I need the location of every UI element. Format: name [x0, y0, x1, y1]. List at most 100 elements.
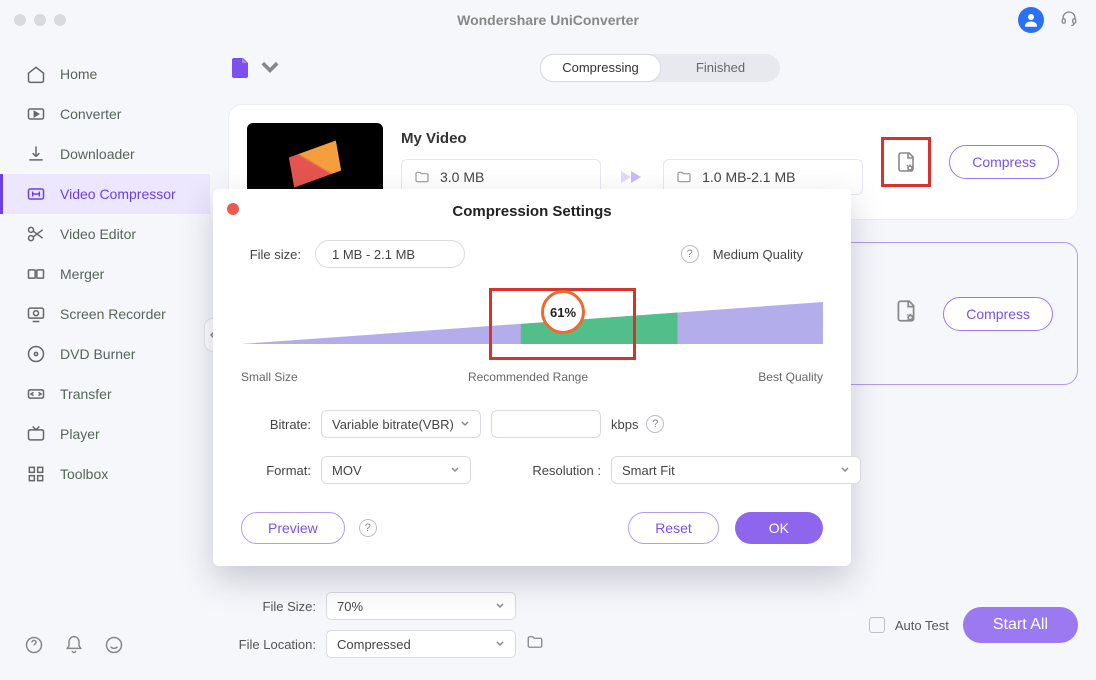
sidebar: Home Converter Downloader Video Compress… — [0, 40, 210, 680]
sidebar-label: Video Compressor — [60, 186, 176, 202]
sidebar-label: Downloader — [60, 146, 135, 162]
bitrate-mode-value: Variable bitrate(VBR) — [332, 417, 454, 432]
support-button[interactable] — [1060, 9, 1078, 32]
sidebar-item-home[interactable]: Home — [0, 54, 210, 94]
folder-icon — [676, 169, 692, 185]
compression-settings-button[interactable] — [881, 137, 931, 187]
slider-label-small: Small Size — [241, 370, 298, 384]
bottom-bar: File Size: 70% File Location: Compressed… — [228, 592, 1078, 658]
resolution-label: Resolution : — [491, 463, 601, 478]
sidebar-item-video-compressor[interactable]: Video Compressor — [0, 174, 210, 214]
slider-labels: Small Size Recommended Range Best Qualit… — [241, 370, 823, 384]
sidebar-label: Toolbox — [60, 466, 108, 482]
file-size-display[interactable]: 1 MB - 2.1 MB — [315, 240, 465, 268]
preview-help[interactable]: ? — [359, 519, 377, 537]
bitrate-mode-select[interactable]: Variable bitrate(VBR) — [321, 410, 481, 438]
status-segmented: Compressing Finished — [540, 54, 780, 82]
file-size-select[interactable]: 70% — [326, 592, 516, 620]
sidebar-label: DVD Burner — [60, 346, 135, 362]
file-location-select[interactable]: Compressed — [326, 630, 516, 658]
auto-test-checkbox[interactable]: Auto Test — [869, 617, 949, 633]
chevron-down-icon — [840, 465, 850, 475]
sidebar-item-video-editor[interactable]: Video Editor — [0, 214, 210, 254]
reset-button[interactable]: Reset — [628, 512, 719, 544]
help-circle-icon — [24, 635, 44, 655]
account-avatar[interactable] — [1018, 7, 1044, 33]
transfer-icon — [26, 384, 46, 404]
converter-icon — [26, 104, 46, 124]
sidebar-item-transfer[interactable]: Transfer — [0, 374, 210, 414]
tab-compressing[interactable]: Compressing — [540, 54, 661, 82]
record-icon — [26, 304, 46, 324]
chevron-down-icon — [460, 419, 470, 429]
slider-label-recommended: Recommended Range — [468, 370, 588, 384]
source-size: 3.0 MB — [440, 169, 484, 185]
file-settings-placeholder-icon — [893, 298, 919, 329]
info-button[interactable] — [104, 635, 124, 660]
add-file-button[interactable] — [228, 56, 282, 80]
scissors-icon — [26, 224, 46, 244]
kbps-help[interactable]: ? — [646, 415, 664, 433]
sidebar-label: Video Editor — [60, 226, 136, 242]
modal-title: Compression Settings — [241, 203, 823, 220]
auto-test-label: Auto Test — [895, 618, 949, 633]
preview-button[interactable]: Preview — [241, 512, 345, 544]
sidebar-item-converter[interactable]: Converter — [0, 94, 210, 134]
file-size-label: File Size: — [228, 599, 316, 614]
headset-icon — [1060, 9, 1078, 27]
help-button[interactable] — [24, 635, 44, 660]
file-size-text: 1 MB - 2.1 MB — [332, 247, 415, 262]
home-icon — [26, 64, 46, 84]
format-label: Format: — [241, 463, 311, 478]
ok-button[interactable]: OK — [735, 512, 823, 544]
compress-button[interactable]: Compress — [949, 145, 1059, 179]
chevron-down-icon — [258, 56, 282, 80]
compression-settings-modal: Compression Settings File size: 1 MB - 2… — [213, 189, 851, 566]
file-size-label: File size: — [241, 247, 301, 262]
kbps-unit: kbps — [611, 417, 638, 432]
output-size: 1.0 MB-2.1 MB — [702, 169, 795, 185]
start-all-button[interactable]: Start All — [963, 607, 1078, 643]
compress-button-secondary[interactable]: Compress — [943, 297, 1053, 331]
slider-percent: 61% — [550, 305, 576, 320]
open-folder-button[interactable] — [526, 633, 544, 656]
info-icon — [104, 635, 124, 655]
sidebar-label: Player — [60, 426, 100, 442]
resolution-value: Smart Fit — [622, 463, 675, 478]
sidebar-label: Screen Recorder — [60, 306, 166, 322]
file-gear-icon — [894, 150, 918, 174]
sidebar-item-toolbox[interactable]: Toolbox — [0, 454, 210, 494]
slider-handle[interactable]: 61% — [541, 290, 585, 334]
folder-icon — [526, 633, 544, 651]
sidebar-item-merger[interactable]: Merger — [0, 254, 210, 294]
tv-icon — [26, 424, 46, 444]
sidebar-item-dvd-burner[interactable]: DVD Burner — [0, 334, 210, 374]
quality-slider[interactable]: 61% Small Size Recommended Range Best Qu… — [241, 288, 823, 384]
merge-icon — [26, 264, 46, 284]
chevron-down-icon — [495, 639, 505, 649]
sidebar-item-screen-recorder[interactable]: Screen Recorder — [0, 294, 210, 334]
grid-icon — [26, 464, 46, 484]
notifications-button[interactable] — [64, 635, 84, 660]
format-select[interactable]: MOV — [321, 456, 471, 484]
checkbox-box — [869, 617, 885, 633]
file-location-value: Compressed — [337, 637, 411, 652]
sidebar-label: Merger — [60, 266, 104, 282]
sidebar-label: Home — [60, 66, 97, 82]
bitrate-label: Bitrate: — [241, 417, 311, 432]
format-value: MOV — [332, 463, 362, 478]
sidebar-item-downloader[interactable]: Downloader — [0, 134, 210, 174]
tab-finished[interactable]: Finished — [661, 55, 780, 81]
modal-close-button[interactable] — [227, 203, 239, 215]
chevron-down-icon — [450, 465, 460, 475]
app-title: Wondershare UniConverter — [0, 12, 1096, 28]
disc-icon — [26, 344, 46, 364]
quality-label: Medium Quality — [713, 247, 803, 262]
help-tooltip[interactable]: ? — [681, 245, 699, 263]
sidebar-item-player[interactable]: Player — [0, 414, 210, 454]
resolution-select[interactable]: Smart Fit — [611, 456, 861, 484]
folder-icon — [414, 169, 430, 185]
bitrate-kbps-input[interactable] — [491, 410, 601, 438]
file-size-value: 70% — [337, 599, 363, 614]
sidebar-label: Transfer — [60, 386, 112, 402]
